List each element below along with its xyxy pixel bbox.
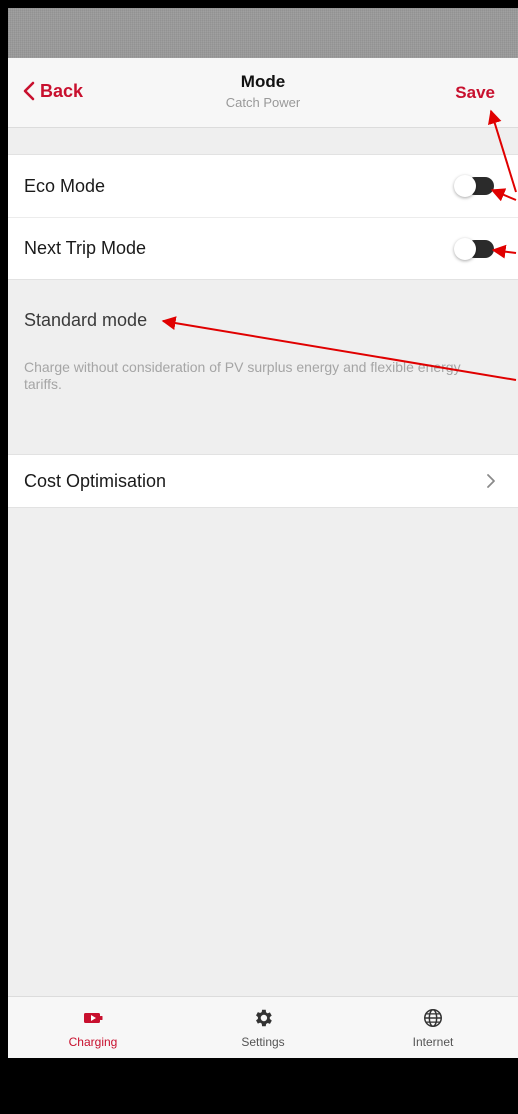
navigation-bar: Back Mode Catch Power Save (8, 58, 518, 128)
cost-optimisation-row[interactable]: Cost Optimisation (8, 454, 518, 508)
eco-mode-switch[interactable] (454, 175, 494, 197)
status-bar (8, 8, 518, 58)
tab-label: Charging (68, 1035, 118, 1049)
tab-label: Internet (412, 1035, 454, 1049)
standard-mode-heading: Standard mode (24, 310, 148, 330)
eco-mode-row: Eco Mode (8, 155, 518, 217)
next-trip-mode-switch[interactable] (454, 237, 494, 260)
mode-info-section: Standard mode Charge without considerati… (8, 280, 518, 454)
globe-icon (424, 1009, 442, 1027)
standard-mode-description: Charge without consideration of PV surpl… (24, 359, 461, 392)
cost-optimisation-label: Cost Optimisation (24, 470, 167, 491)
tab-label: Settings (241, 1035, 285, 1049)
page-title: Mode (240, 72, 286, 91)
tab-charging[interactable]: Charging (8, 997, 178, 1058)
switch-thumb (454, 175, 476, 197)
switch-thumb (454, 237, 476, 260)
mode-toggle-list: Eco Mode Next Trip Mode (8, 154, 518, 280)
app-screen: Back Mode Catch Power Save Eco Mode Next… (8, 8, 518, 1114)
page-subtitle: Catch Power (225, 95, 301, 110)
next-trip-mode-row: Next Trip Mode (8, 217, 518, 279)
bottom-tab-bar: Charging Settings Internet (8, 996, 518, 1058)
tab-internet[interactable]: Internet (348, 997, 518, 1058)
tab-settings[interactable]: Settings (178, 997, 348, 1058)
next-trip-mode-label: Next Trip Mode (24, 238, 147, 258)
battery-icon (84, 1013, 103, 1023)
chevron-right-icon (487, 474, 495, 488)
save-button[interactable]: Save (455, 83, 495, 103)
system-navigation-bar (8, 1058, 518, 1114)
gear-icon (256, 1009, 272, 1027)
nav-title: Mode Catch Power (8, 72, 518, 110)
eco-mode-label: Eco Mode (24, 175, 106, 196)
